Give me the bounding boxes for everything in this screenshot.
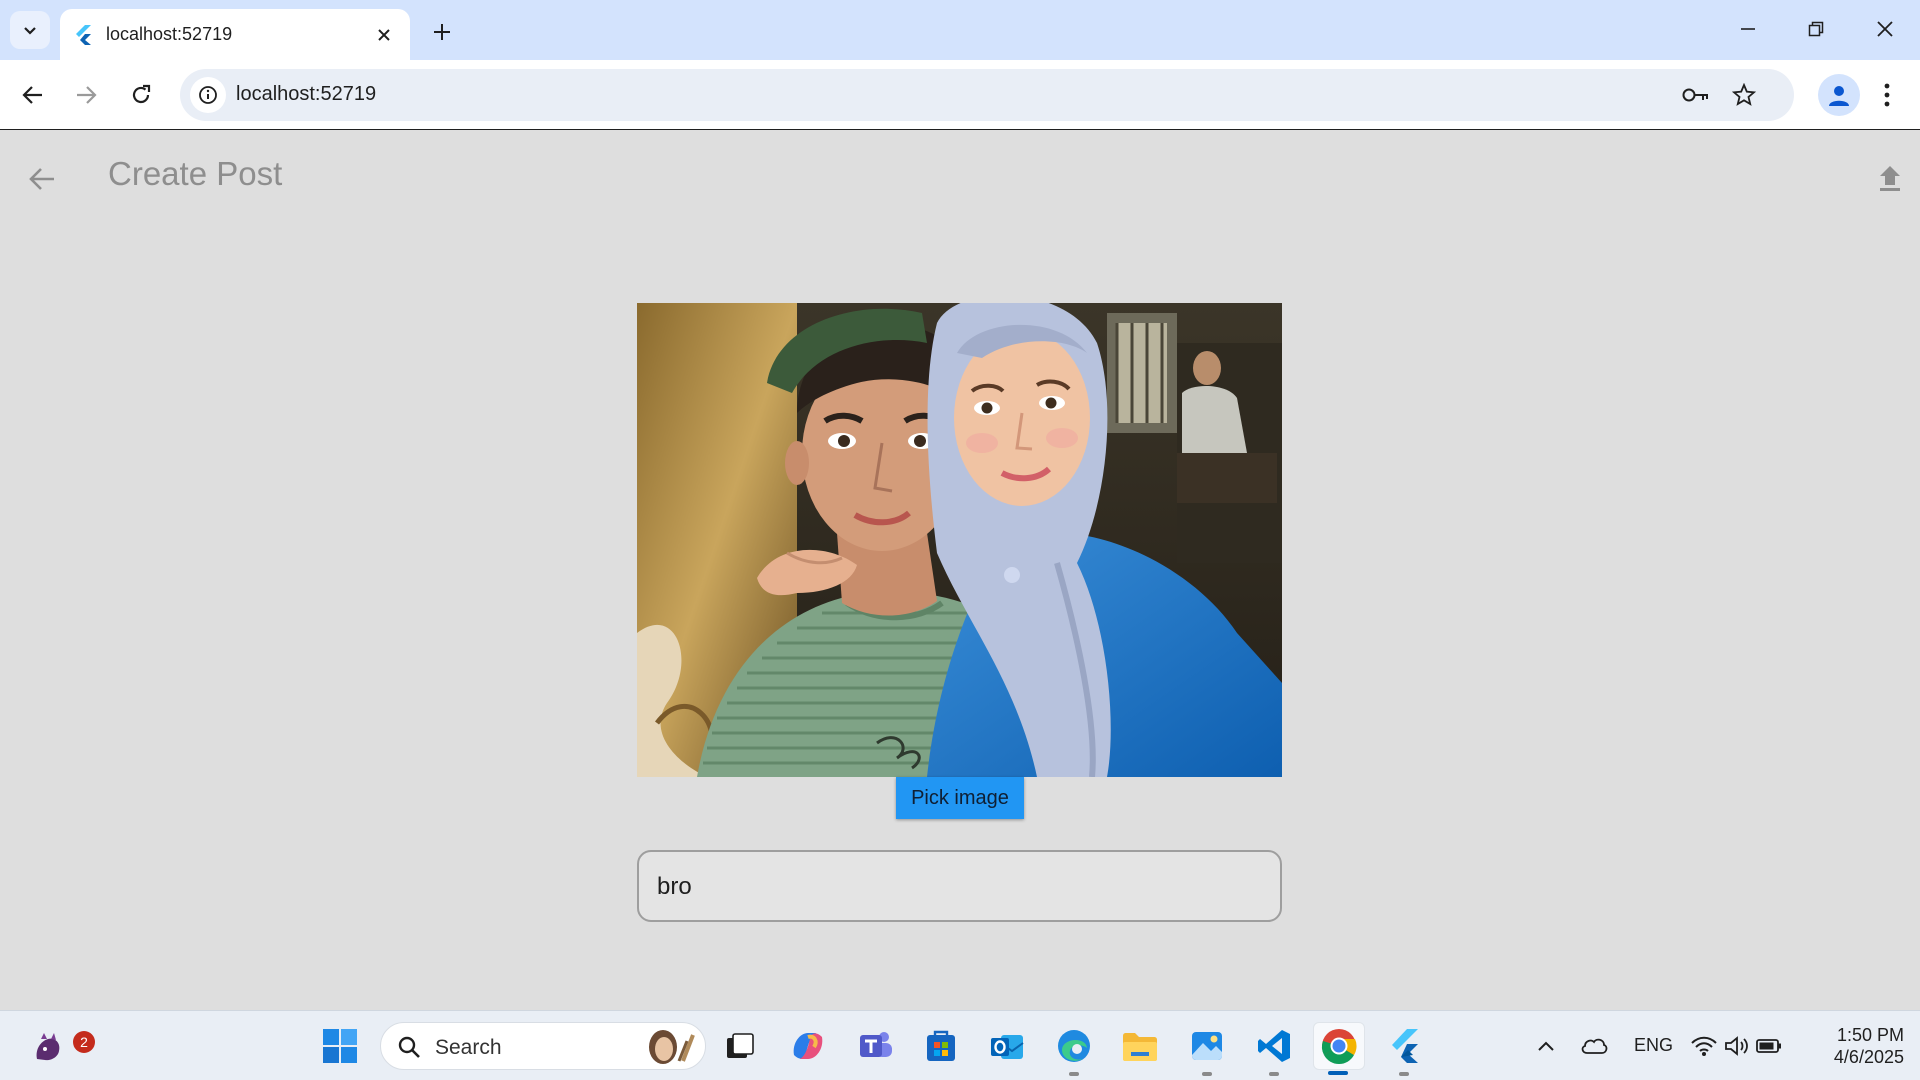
taskbar-widget-game[interactable]: 2 bbox=[24, 1022, 95, 1070]
store-icon bbox=[927, 1030, 955, 1061]
close-icon bbox=[1877, 21, 1893, 37]
minimize-icon bbox=[1741, 28, 1755, 30]
caption-value: bro bbox=[657, 873, 692, 900]
caption-field[interactable]: bro bbox=[637, 850, 1282, 922]
arrow-left-icon bbox=[22, 86, 42, 104]
app-back-button[interactable] bbox=[20, 157, 64, 201]
chevron-up-icon bbox=[1538, 1041, 1554, 1051]
bookmark-button[interactable] bbox=[1728, 79, 1760, 111]
photos-icon bbox=[1192, 1032, 1222, 1060]
clock-button[interactable]: 1:50 PM 4/6/2025 bbox=[1800, 1022, 1904, 1070]
upload-icon bbox=[1880, 166, 1900, 191]
taskbar-edge[interactable] bbox=[1050, 1022, 1098, 1076]
taskbar-photos[interactable] bbox=[1183, 1022, 1231, 1076]
running-indicator bbox=[1399, 1072, 1409, 1076]
star-icon bbox=[1732, 83, 1756, 106]
taskbar-teams[interactable] bbox=[851, 1022, 899, 1070]
page-title: Create Post bbox=[108, 155, 283, 192]
start-button[interactable] bbox=[316, 1022, 364, 1070]
password-key-button[interactable] bbox=[1680, 79, 1712, 111]
more-vertical-icon bbox=[1884, 83, 1890, 107]
wifi-icon bbox=[1691, 1036, 1717, 1056]
battery-icon bbox=[1756, 1039, 1781, 1053]
folder-icon bbox=[1123, 1033, 1157, 1061]
vscode-icon bbox=[1258, 1030, 1290, 1062]
taskbar-search[interactable]: Search bbox=[380, 1022, 706, 1070]
plus-icon bbox=[434, 24, 450, 40]
running-indicator bbox=[1069, 1072, 1079, 1076]
clock-time: 1:50 PM bbox=[1836, 1025, 1904, 1045]
cloud-icon bbox=[1581, 1038, 1608, 1054]
restore-button[interactable] bbox=[1790, 8, 1842, 50]
tab-search-button[interactable] bbox=[10, 11, 50, 49]
taskbar-store[interactable] bbox=[917, 1022, 965, 1070]
teams-icon bbox=[860, 1032, 892, 1057]
volume-icon bbox=[1725, 1036, 1748, 1056]
selected-photo bbox=[637, 303, 1282, 777]
search-placeholder: Search bbox=[435, 1036, 502, 1059]
taskbar-file-explorer[interactable] bbox=[1116, 1022, 1164, 1070]
flutter-icon bbox=[1392, 1029, 1418, 1063]
close-tab-icon[interactable] bbox=[372, 23, 396, 47]
search-icon bbox=[398, 1036, 420, 1058]
reload-button[interactable] bbox=[121, 75, 161, 115]
close-window-button[interactable] bbox=[1859, 8, 1911, 50]
running-indicator bbox=[1202, 1072, 1212, 1076]
url-text[interactable]: localhost:52719 bbox=[236, 83, 376, 106]
arrow-right-icon bbox=[77, 86, 97, 104]
back-button[interactable] bbox=[13, 75, 53, 115]
taskbar-vscode[interactable] bbox=[1250, 1022, 1298, 1076]
onedrive-button[interactable] bbox=[1570, 1022, 1618, 1070]
taskbar: 2 Search ENG 1:50 PM 4/6/2025 bbox=[0, 1010, 1920, 1080]
notification-badge: 2 bbox=[73, 1031, 95, 1053]
address-bar[interactable]: localhost:52719 bbox=[180, 69, 1794, 121]
browser-tab[interactable]: localhost:52719 bbox=[60, 9, 410, 60]
key-icon bbox=[1682, 88, 1708, 102]
new-tab-button[interactable] bbox=[424, 14, 460, 50]
arrow-left-icon bbox=[29, 168, 54, 190]
running-indicator bbox=[1269, 1072, 1279, 1076]
taskbar-flutter[interactable] bbox=[1380, 1022, 1428, 1076]
upload-post-button[interactable] bbox=[1868, 157, 1912, 201]
restore-icon bbox=[1808, 21, 1824, 37]
search-highlight-icon bbox=[649, 1030, 695, 1064]
edge-icon bbox=[1058, 1030, 1090, 1062]
forward-button[interactable] bbox=[66, 75, 106, 115]
active-indicator bbox=[1328, 1071, 1348, 1075]
site-info-button[interactable] bbox=[190, 77, 226, 113]
browser-toolbar: localhost:52719 bbox=[0, 60, 1920, 130]
taskbar-task-view[interactable] bbox=[716, 1022, 764, 1070]
info-icon bbox=[199, 86, 217, 104]
app-page: Create Post Pick image bro bbox=[0, 131, 1920, 1010]
game-widget-icon bbox=[36, 1033, 60, 1061]
browser-menu-button[interactable] bbox=[1872, 75, 1902, 115]
show-hidden-icons-button[interactable] bbox=[1522, 1022, 1570, 1070]
quick-settings-button[interactable] bbox=[1686, 1022, 1786, 1070]
task-view-icon bbox=[727, 1033, 754, 1058]
tab-title: localhost:52719 bbox=[106, 24, 233, 44]
reload-icon bbox=[132, 84, 151, 104]
profile-avatar[interactable] bbox=[1818, 74, 1860, 116]
clock-date: 4/6/2025 bbox=[1833, 1047, 1904, 1067]
chrome-icon bbox=[1321, 1029, 1357, 1064]
pick-image-button[interactable]: Pick image bbox=[896, 777, 1024, 819]
minimize-button[interactable] bbox=[1722, 8, 1774, 50]
taskbar-outlook[interactable] bbox=[983, 1022, 1031, 1070]
person-icon bbox=[1829, 86, 1849, 106]
flutter-icon bbox=[76, 24, 91, 45]
chevron-down-icon bbox=[24, 27, 36, 35]
taskbar-chrome[interactable] bbox=[1313, 1022, 1365, 1075]
windows-logo-icon bbox=[323, 1029, 357, 1063]
outlook-icon bbox=[991, 1035, 1024, 1059]
language-indicator[interactable]: ENG bbox=[1634, 1035, 1673, 1056]
tab-strip: localhost:52719 bbox=[0, 0, 1920, 60]
copilot-icon bbox=[793, 1033, 823, 1059]
taskbar-copilot[interactable] bbox=[784, 1022, 832, 1070]
